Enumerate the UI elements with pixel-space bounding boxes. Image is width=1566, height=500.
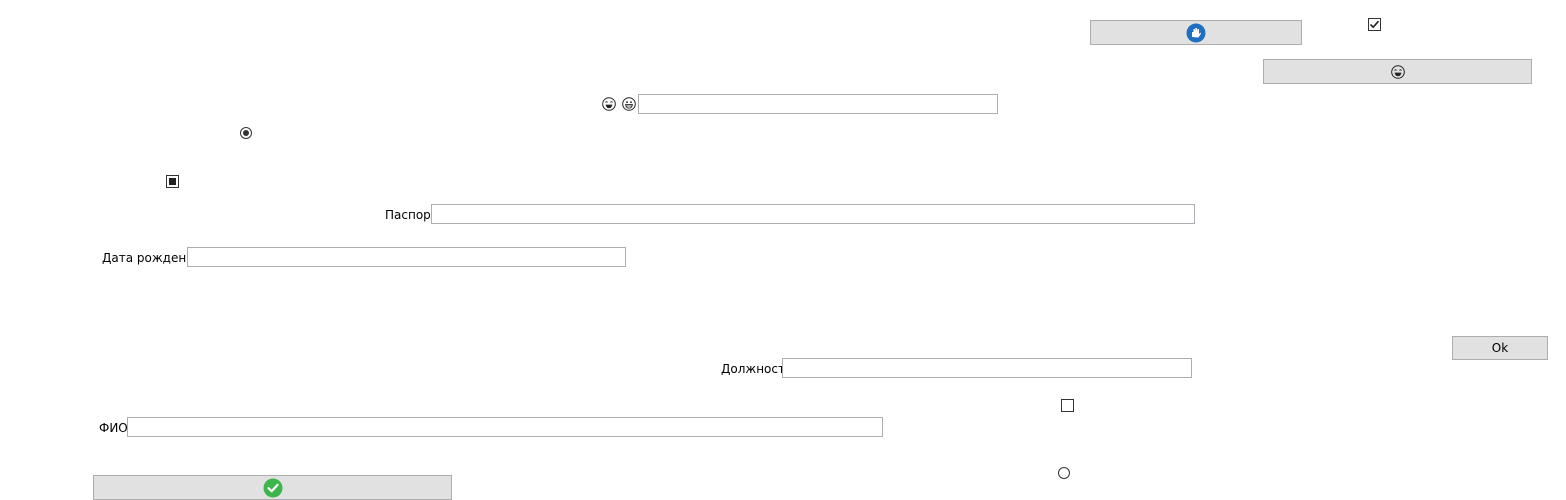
blue-hand-icon — [1186, 23, 1206, 42]
laughing-face-icon — [1390, 64, 1405, 79]
passport-field[interactable] — [431, 204, 1195, 224]
checkmark-icon — [1369, 20, 1380, 29]
square-checkbox[interactable] — [166, 175, 179, 188]
indeterminate-mark — [169, 178, 176, 185]
radio-right[interactable] — [1058, 467, 1070, 479]
laughing-face-button[interactable] — [1263, 59, 1532, 84]
radio-dot — [243, 130, 249, 136]
grinning-face-icon — [622, 97, 636, 111]
emoji-input[interactable] — [638, 94, 998, 114]
passport-label: Паспорт — [385, 208, 438, 222]
top-checkbox[interactable] — [1368, 18, 1381, 31]
green-checkmark-icon — [263, 478, 282, 497]
position-field[interactable] — [782, 358, 1192, 378]
ok-button[interactable]: Ok — [1452, 336, 1548, 360]
confirm-button[interactable] — [93, 475, 452, 500]
laughing-face-icon — [602, 97, 616, 111]
right-checkbox[interactable] — [1061, 399, 1074, 412]
birth-date-field[interactable] — [187, 247, 626, 267]
blue-hand-button[interactable] — [1090, 20, 1302, 45]
fio-label: ФИО — [99, 421, 128, 435]
radio-left[interactable] — [240, 127, 252, 139]
fio-field[interactable] — [127, 417, 883, 437]
